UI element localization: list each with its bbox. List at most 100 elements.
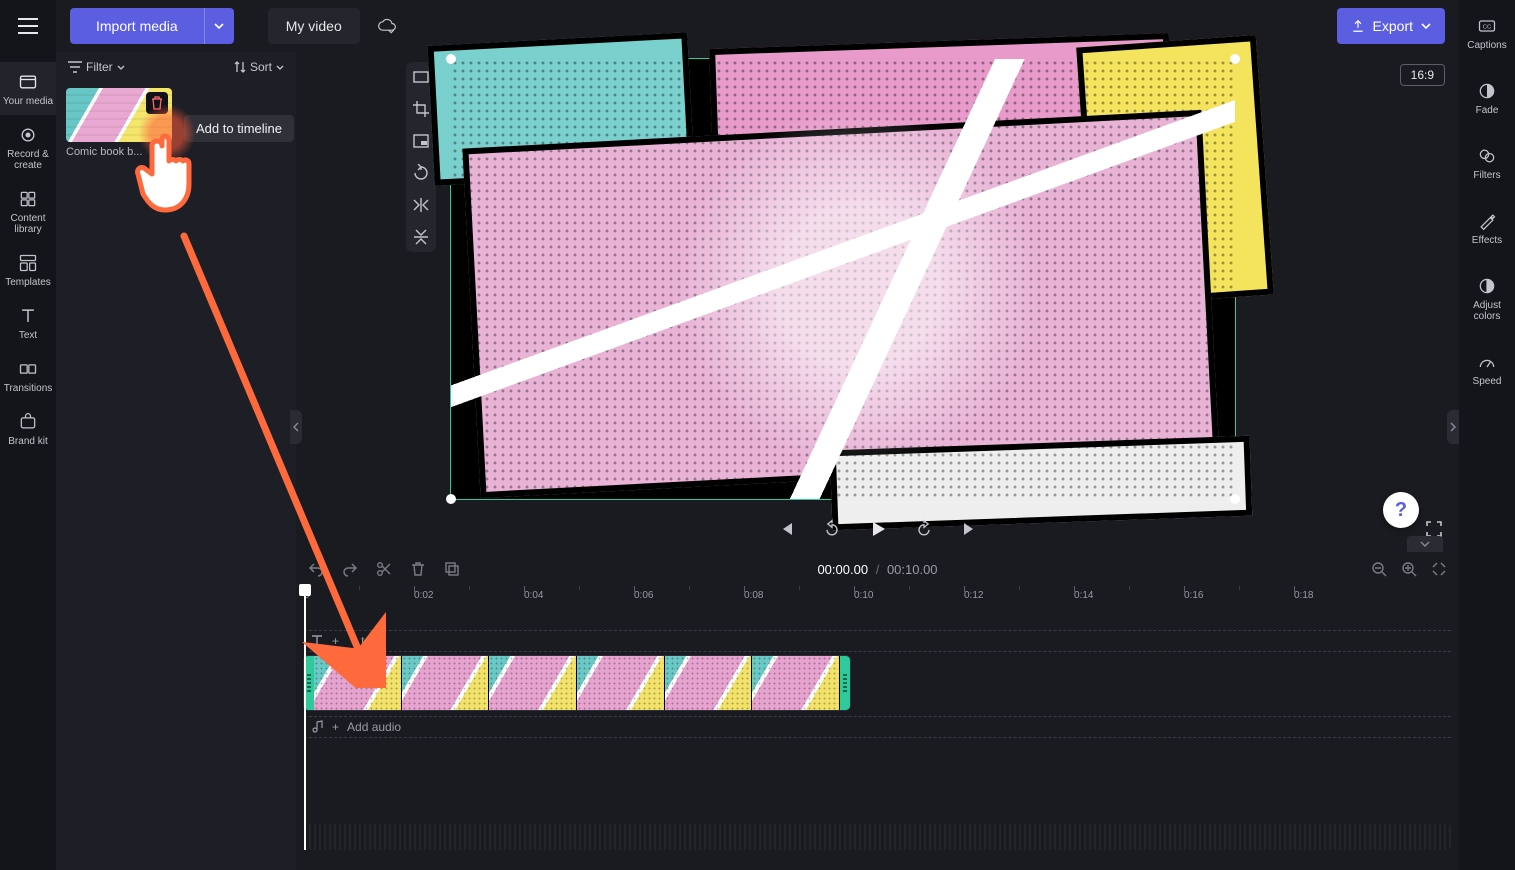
preview-canvas[interactable] (450, 58, 1236, 500)
flip-h-tool[interactable] (412, 196, 430, 214)
playhead[interactable] (304, 590, 306, 850)
media-panel: Filter Sort Comic book b... (56, 52, 296, 870)
aspect-ratio-button[interactable]: 16:9 (1400, 64, 1445, 86)
delete-media-button[interactable] (146, 92, 168, 114)
media-caption: Comic book b... (66, 146, 172, 158)
sidebar-item-templates[interactable]: Templates (0, 243, 56, 296)
sidebar-item-effects[interactable]: Effects (1459, 203, 1515, 254)
rewind-button[interactable] (821, 518, 843, 540)
time-duration: 00:10.00 (887, 562, 938, 577)
resize-handle[interactable] (446, 494, 456, 504)
collapse-right-panel-button[interactable] (1447, 410, 1459, 444)
zoom-fit-button[interactable] (1431, 561, 1447, 577)
export-label: Export (1373, 18, 1413, 34)
resize-handle[interactable] (1230, 54, 1240, 64)
video-clip[interactable] (304, 656, 850, 710)
zoom-in-button[interactable] (1401, 561, 1417, 577)
redo-button[interactable] (342, 561, 358, 577)
sidebar-label: Captions (1467, 40, 1506, 51)
split-button[interactable] (376, 561, 392, 577)
timeline-toolbar: 00:00.00 / 00:10.00 (296, 552, 1459, 586)
ruler-tick: 0:10 (854, 590, 873, 601)
collapse-left-panel-button[interactable] (290, 410, 302, 444)
project-title[interactable]: My video (268, 8, 360, 44)
sidebar-item-text[interactable]: Text (0, 296, 56, 349)
timeline-ruler[interactable]: 00:020:040:060:080:100:120:140:160:18 (296, 590, 1459, 612)
clip-frame (577, 656, 665, 710)
sidebar-item-record-create[interactable]: Record & create (0, 115, 56, 179)
resize-handle[interactable] (1230, 494, 1240, 504)
audio-track[interactable]: + Add audio (304, 716, 1451, 738)
timeline-time: 00:00.00 / 00:10.00 (817, 562, 937, 577)
ruler-tick: 0:08 (744, 590, 763, 601)
forward-button[interactable] (913, 518, 935, 540)
ruler-tick: 0:12 (964, 590, 983, 601)
skip-start-button[interactable] (775, 518, 797, 540)
clip-frame (752, 656, 840, 710)
collapse-timeline-button[interactable] (1407, 536, 1443, 552)
chevron-down-icon (1421, 23, 1431, 29)
duplicate-button[interactable] (444, 561, 460, 577)
help-button[interactable]: ? (1383, 492, 1419, 528)
resize-handle[interactable] (446, 54, 456, 64)
text-track[interactable]: + placeholder text (304, 630, 1451, 652)
import-media-dropdown[interactable] (204, 8, 234, 44)
sidebar-label: Adjust colors (1461, 300, 1513, 322)
project-title-text: My video (286, 18, 342, 34)
play-button[interactable] (867, 518, 889, 540)
left-rail: Your media Record & create Content libra… (0, 0, 56, 870)
sidebar-item-adjust-colors[interactable]: Adjust colors (1459, 268, 1515, 330)
sidebar-label: Your media (3, 96, 53, 107)
aspect-ratio-label: 16:9 (1411, 68, 1434, 82)
tooltip-add-to-timeline: Add to timeline (184, 115, 294, 142)
sort-label: Sort (250, 60, 272, 74)
autosave-icon[interactable] (370, 9, 404, 43)
filter-label: Filter (86, 60, 113, 74)
crop-tool[interactable] (412, 100, 430, 118)
import-media-button[interactable]: Import media (70, 8, 234, 44)
fit-tool[interactable] (412, 68, 430, 86)
clip-frame (665, 656, 753, 710)
delete-button[interactable] (410, 561, 426, 577)
filter-button[interactable]: Filter (68, 60, 125, 74)
media-thumbnail[interactable] (66, 88, 172, 142)
zoom-out-button[interactable] (1371, 561, 1387, 577)
sidebar-item-fade[interactable]: Fade (1459, 73, 1515, 124)
sidebar-item-captions[interactable]: CC Captions (1459, 8, 1515, 59)
pip-tool[interactable] (412, 132, 430, 150)
sort-button[interactable]: Sort (234, 60, 284, 74)
sidebar-label: Filters (1473, 170, 1500, 181)
time-current: 00:00.00 (817, 562, 868, 577)
undo-button[interactable] (308, 561, 324, 577)
clip-trim-end[interactable] (840, 656, 850, 710)
sidebar-item-speed[interactable]: Speed (1459, 344, 1515, 395)
right-rail: CC Captions Fade Filters Effects Adjust … (1459, 0, 1515, 870)
ruler-tick: 0:02 (414, 590, 433, 601)
sidebar-label: Brand kit (8, 436, 47, 447)
sidebar-item-content-library[interactable]: Content library (0, 179, 56, 243)
export-button[interactable]: Export (1337, 8, 1445, 44)
preview-stage: 16:9 (296, 52, 1459, 552)
skip-end-button[interactable] (959, 518, 981, 540)
clip-frame (314, 656, 402, 710)
ruler-tick: 0:06 (634, 590, 653, 601)
sidebar-item-filters[interactable]: Filters (1459, 138, 1515, 189)
media-item[interactable]: Comic book b... (66, 88, 172, 158)
flip-v-tool[interactable] (412, 228, 430, 246)
sidebar-label: Templates (5, 277, 51, 288)
trash-icon (151, 96, 163, 110)
audio-track-label: Add audio (347, 720, 401, 734)
text-icon (310, 634, 324, 648)
sidebar-item-your-media[interactable]: Your media (0, 62, 56, 115)
music-icon (310, 720, 324, 734)
sidebar-label: Transitions (4, 383, 53, 394)
rotate-tool[interactable] (412, 164, 430, 182)
sidebar-item-brand-kit[interactable]: Brand kit (0, 402, 56, 455)
sidebar-item-transitions[interactable]: Transitions (0, 349, 56, 402)
menu-button[interactable] (8, 6, 48, 46)
sidebar-label: Effects (1472, 235, 1502, 246)
plus-icon: + (332, 720, 339, 734)
help-label: ? (1395, 499, 1407, 522)
video-track[interactable] (304, 656, 1451, 710)
upload-icon (1351, 19, 1365, 33)
